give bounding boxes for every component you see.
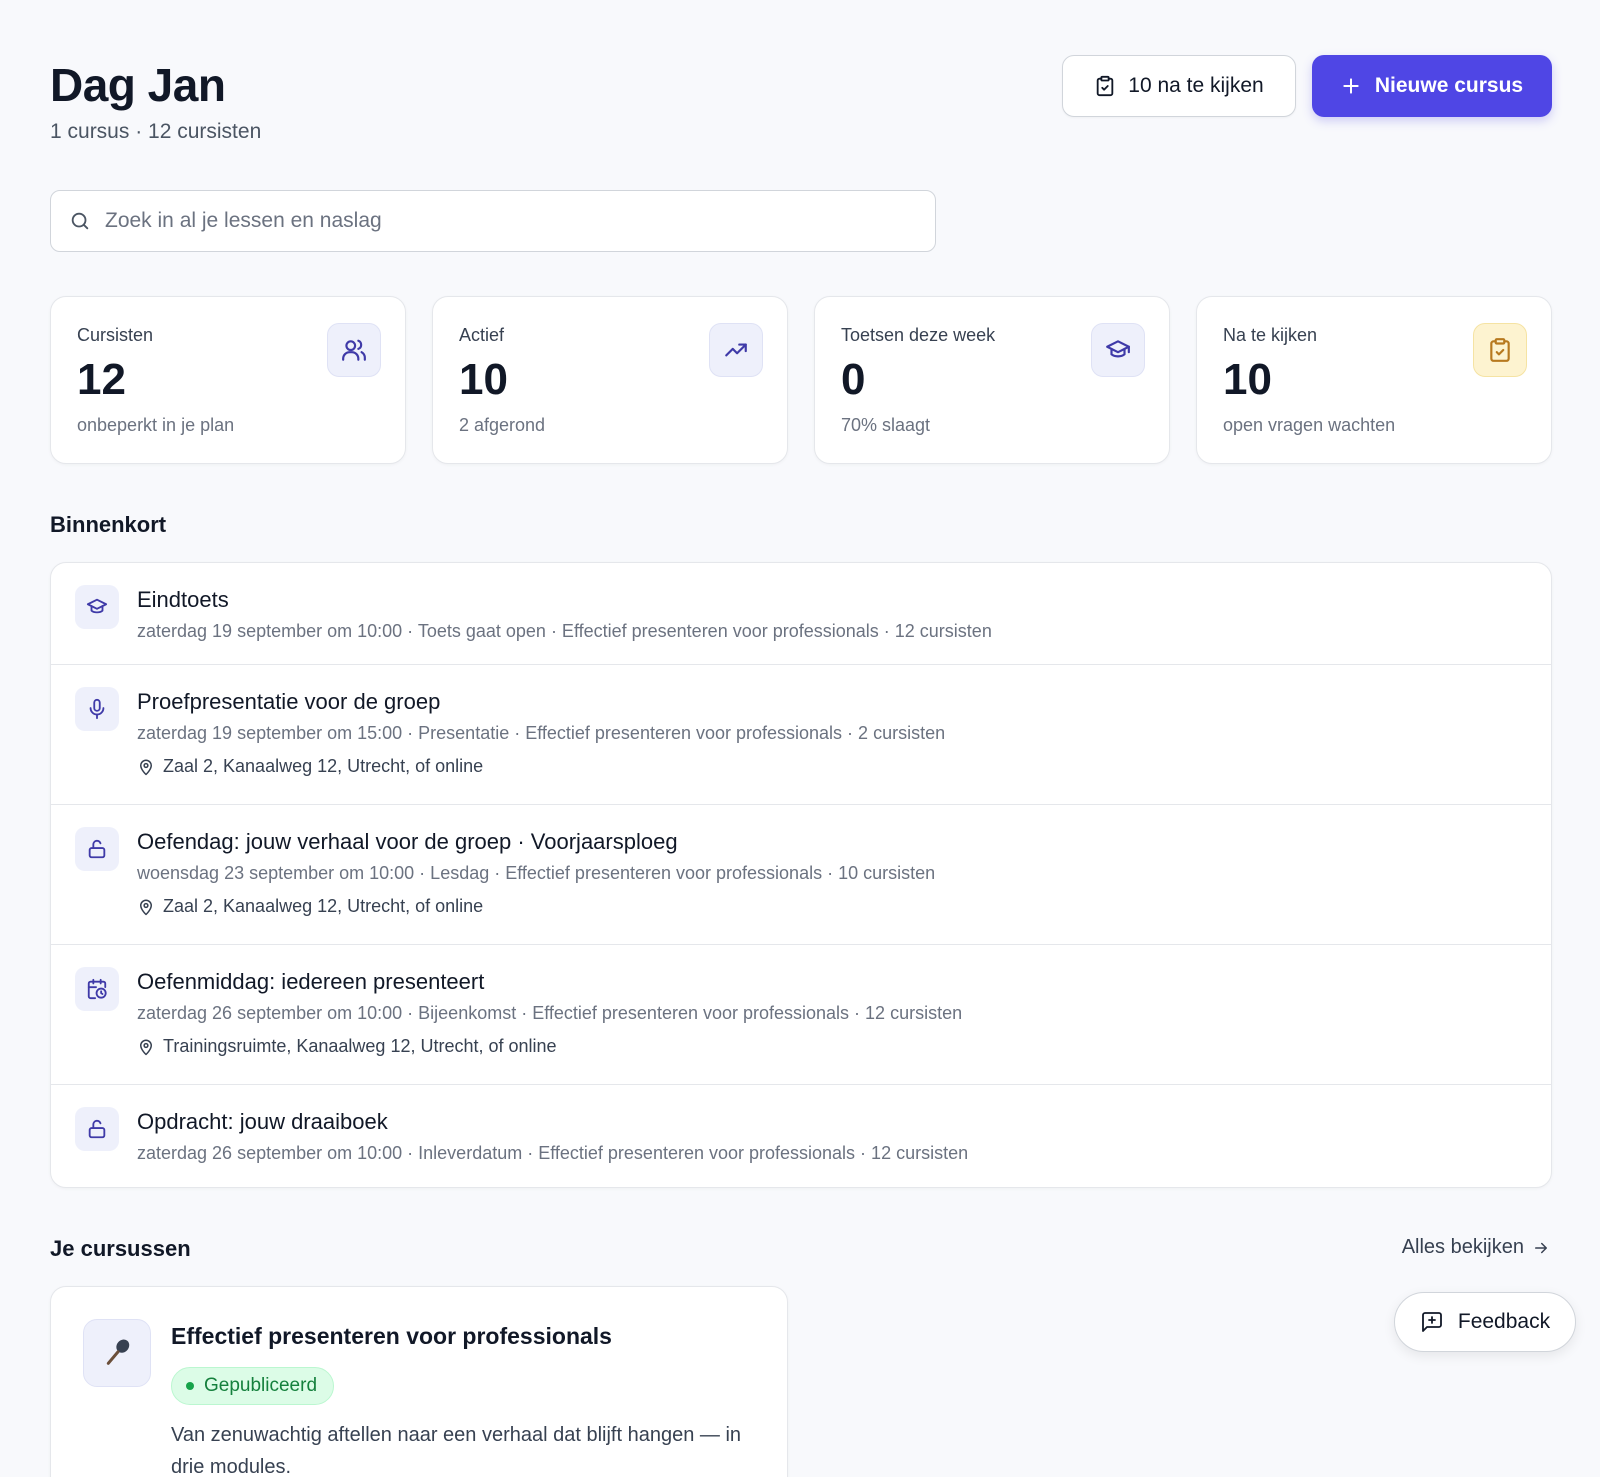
upcoming-item-title: Oefenmiddag: iedereen presenteert [137, 969, 485, 994]
status-dot [186, 1382, 194, 1390]
unlock-icon [75, 827, 119, 871]
microphone-icon [75, 687, 119, 731]
microphone-icon [83, 1319, 151, 1387]
stat-card-toetsen[interactable]: Toetsen deze week 0 70% slaagt [814, 296, 1170, 464]
upcoming-item-title: Proefpresentatie voor de groep [137, 689, 441, 714]
page-title: Dag Jan [50, 59, 226, 111]
upcoming-item[interactable]: Opdracht: jouw draaiboek zaterdag 26 sep… [51, 1085, 1551, 1187]
view-all-label: Alles bekijken [1401, 1236, 1524, 1258]
upcoming-item[interactable]: Oefenmiddag: iedereen presenteert zaterd… [51, 945, 1551, 1085]
courses-title: Je cursussen [50, 1236, 191, 1261]
calendar-clock-icon [75, 967, 119, 1011]
stat-label: Na te kijken [1223, 325, 1318, 345]
location-label: Trainingsruimte, Kanaalweg 12, Utrecht, … [163, 1036, 557, 1056]
graduation-cap-icon [75, 585, 119, 629]
stat-sub: open vragen wachten [1223, 415, 1396, 435]
upcoming-item-meta: woensdag 23 september om 10:00 · Lesdag … [137, 863, 936, 883]
search-box[interactable] [50, 190, 936, 252]
clipboard-check-icon [1094, 75, 1116, 97]
upcoming-item-meta: zaterdag 26 september om 10:00 · Bijeenk… [137, 1003, 963, 1023]
message-plus-icon [1420, 1310, 1444, 1334]
graduation-cap-icon [1091, 323, 1145, 377]
upcoming-item[interactable]: Oefendag: jouw verhaal voor de groep · V… [51, 805, 1551, 945]
upcoming-item-meta: zaterdag 26 september om 10:00 · Inlever… [137, 1143, 969, 1163]
upcoming-item-title: Opdracht: jouw draaiboek [137, 1109, 388, 1134]
location-label: Zaal 2, Kanaalweg 12, Utrecht, of online [163, 896, 484, 916]
upcoming-item-location: Trainingsruimte, Kanaalweg 12, Utrecht, … [137, 1036, 557, 1057]
trending-up-icon [709, 323, 763, 377]
stat-value: 12 [77, 355, 126, 404]
review-button[interactable]: 10 na te kijken [1062, 55, 1296, 117]
course-card[interactable]: Effectief presenteren voor professionals… [50, 1286, 788, 1477]
dashboard: Dag Jan 1 cursus · 12 cursisten 10 na te… [50, 0, 1552, 1477]
upcoming-item-title: Oefendag: jouw verhaal voor de groep · V… [137, 829, 678, 854]
stat-sub: 70% slaagt [841, 415, 931, 435]
upcoming-item-location: Zaal 2, Kanaalweg 12, Utrecht, of online [137, 756, 483, 777]
arrow-right-icon [1532, 1239, 1550, 1257]
upcoming-item-meta: zaterdag 19 september om 10:00 · Toets g… [137, 621, 992, 641]
stat-card-actief[interactable]: Actief 10 2 afgerond [432, 296, 788, 464]
stat-value: 0 [841, 355, 866, 404]
stat-sub: onbeperkt in je plan [77, 415, 235, 435]
stats-row: Cursisten 12 onbeperkt in je plan Actief… [50, 296, 1552, 464]
status-label: Gepubliceerd [204, 1375, 318, 1396]
upcoming-item-title: Eindtoets [137, 587, 229, 612]
course-description: Van zenuwachtig aftellen naar een verhaa… [171, 1424, 742, 1477]
stat-card-na-te-kijken[interactable]: Na te kijken 10 open vragen wachten [1196, 296, 1552, 464]
course-title: Effectief presenteren voor professionals [171, 1323, 612, 1349]
stat-value: 10 [459, 355, 508, 404]
plus-icon [1341, 76, 1361, 96]
map-pin-icon [137, 898, 155, 916]
unlock-icon [75, 1107, 119, 1151]
new-course-button-label: Nieuwe cursus [1374, 74, 1524, 97]
stat-value: 10 [1223, 355, 1272, 404]
upcoming-title: Binnenkort [50, 512, 167, 537]
new-course-button[interactable]: Nieuwe cursus [1312, 55, 1552, 117]
upcoming-list: Eindtoets zaterdag 19 september om 10:00… [50, 562, 1552, 1188]
feedback-button[interactable]: Feedback [1394, 1292, 1576, 1352]
view-all-link[interactable]: Alles bekijken [1402, 1236, 1550, 1259]
review-button-label: 10 na te kijken [1128, 74, 1264, 97]
feedback-label: Feedback [1457, 1310, 1551, 1333]
search-icon [69, 210, 91, 232]
upcoming-item[interactable]: Eindtoets zaterdag 19 september om 10:00… [51, 563, 1551, 665]
upcoming-item-location: Zaal 2, Kanaalweg 12, Utrecht, of online [137, 896, 483, 917]
page-subtitle: 1 cursus · 12 cursisten [50, 120, 262, 143]
map-pin-icon [137, 758, 155, 776]
search-input[interactable] [105, 209, 865, 233]
stat-label: Toetsen deze week [841, 325, 996, 345]
stat-sub: 2 afgerond [459, 415, 546, 435]
stat-card-cursisten[interactable]: Cursisten 12 onbeperkt in je plan [50, 296, 406, 464]
upcoming-item[interactable]: Proefpresentatie voor de groep zaterdag … [51, 665, 1551, 805]
stat-label: Actief [459, 325, 505, 345]
users-icon [327, 323, 381, 377]
page-header: Dag Jan 1 cursus · 12 cursisten 10 na te… [50, 0, 1552, 190]
status-badge: Gepubliceerd [171, 1367, 335, 1405]
clipboard-check-icon [1473, 323, 1527, 377]
map-pin-icon [137, 1038, 155, 1056]
location-label: Zaal 2, Kanaalweg 12, Utrecht, of online [163, 756, 484, 776]
upcoming-item-meta: zaterdag 19 september om 15:00 · Present… [137, 723, 946, 743]
stat-label: Cursisten [77, 325, 154, 345]
